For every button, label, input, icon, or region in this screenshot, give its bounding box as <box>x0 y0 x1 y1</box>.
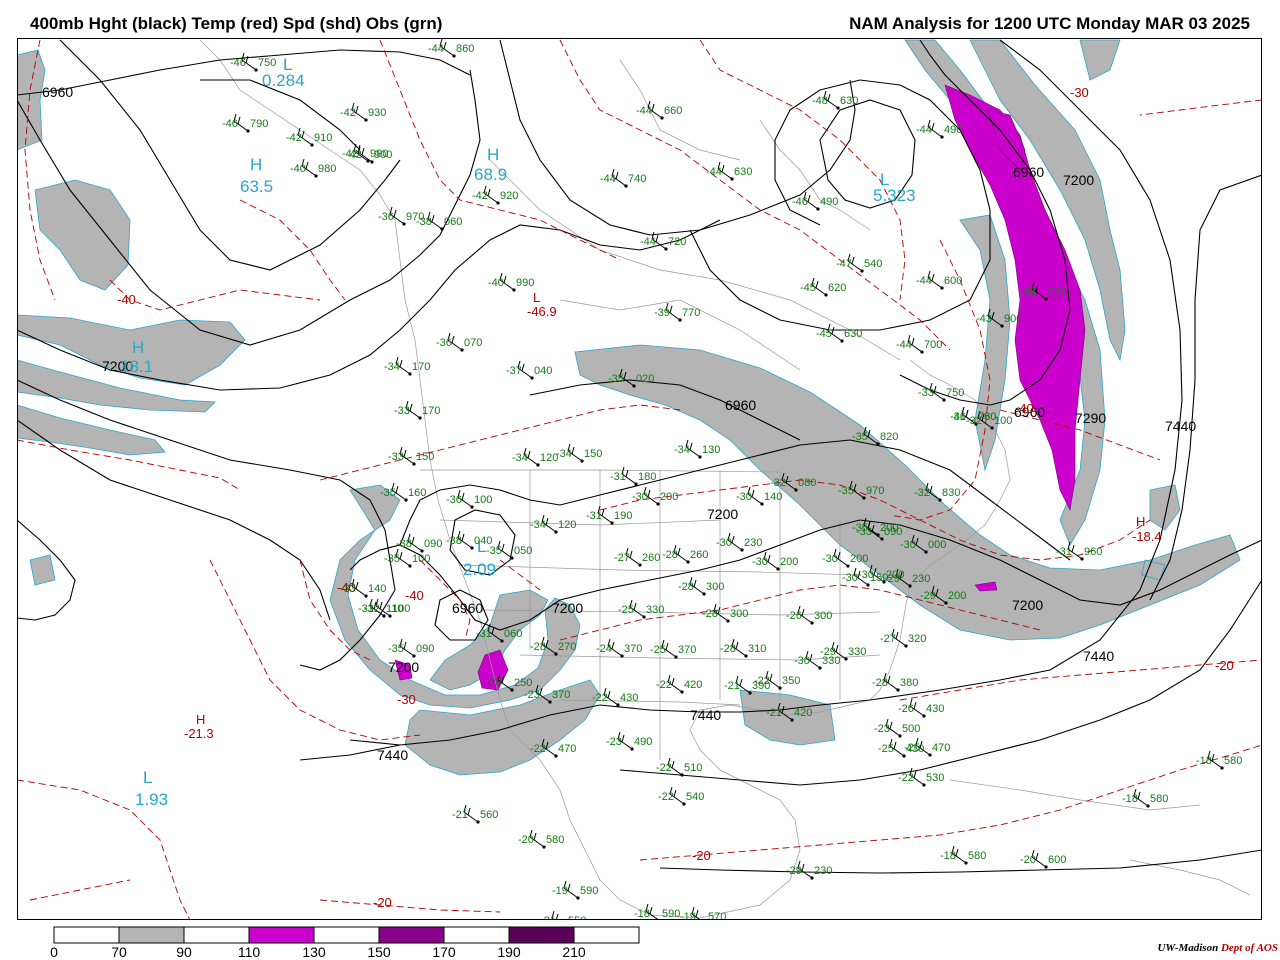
credit-dept: Dept of AOS <box>1220 942 1278 954</box>
colorbar-tick-label: 110 <box>237 944 261 960</box>
map-border <box>17 38 1262 920</box>
colorbar-tick-label: 150 <box>367 944 391 960</box>
colorbar-segment <box>378 926 445 944</box>
colorbar-segment <box>118 926 185 944</box>
colorbar-tick-label: 130 <box>302 944 326 960</box>
colorbar-segment <box>313 926 380 944</box>
station-dot <box>704 922 707 925</box>
colorbar-tick-label: 90 <box>176 944 192 960</box>
colorbar-segment <box>248 926 315 944</box>
colorbar-segment <box>53 926 120 944</box>
wind-speed-colorbar <box>53 926 640 944</box>
colorbar-tick-label: 170 <box>432 944 456 960</box>
colorbar-segment <box>573 926 640 944</box>
colorbar-tick-label: 210 <box>562 944 586 960</box>
credit-org: UW-Madison <box>1157 942 1219 954</box>
colorbar-tick-label: 70 <box>111 944 127 960</box>
colorbar-segment <box>508 926 575 944</box>
credit: UW-Madison Dept of AOS <box>1157 942 1278 954</box>
colorbar-tick-label: 0 <box>50 944 58 960</box>
colorbar-tick-label: 190 <box>497 944 521 960</box>
colorbar-segment <box>443 926 510 944</box>
colorbar-segment <box>183 926 250 944</box>
